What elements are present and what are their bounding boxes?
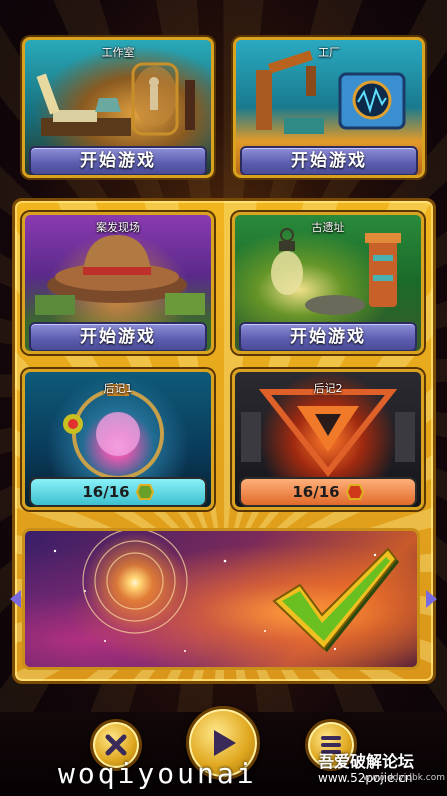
watermark-site2: www.ddyjdbk.com	[362, 773, 445, 783]
next-arrow-icon[interactable]	[426, 590, 437, 608]
level-title-workshop: 工作室	[101, 46, 135, 59]
prev-arrow-icon[interactable]	[10, 590, 21, 608]
start-button-factory[interactable]: 开始游戏	[240, 146, 418, 175]
level-title-crime-scene: 案发现场	[96, 221, 140, 234]
level-card-factory[interactable]: 工厂 开始游戏	[233, 37, 425, 178]
close-icon	[105, 734, 127, 756]
start-button-ancient-ruins[interactable]: 开始游戏	[239, 322, 417, 351]
epilogue-title-1: 后记1	[103, 382, 133, 395]
epilogue-card-1[interactable]: 后记1 16/16	[22, 369, 214, 510]
progress-text-2: 16/16	[292, 483, 340, 501]
level-title-factory: 工厂	[318, 46, 340, 59]
watermark-forum: 吾爱破解论坛	[318, 752, 415, 771]
level-card-workshop[interactable]: 工作室 开始游戏	[22, 37, 214, 178]
checkmark-icon[interactable]	[270, 545, 400, 655]
level-title-ancient-ruins: 古遗址	[311, 221, 345, 234]
level-card-ancient-ruins[interactable]: 古遗址 开始游戏	[232, 212, 424, 354]
start-button-workshop[interactable]: 开始游戏	[29, 146, 207, 175]
hexagon-gem-icon	[345, 484, 364, 500]
hexagon-gem-icon	[135, 484, 154, 500]
start-button-crime-scene[interactable]: 开始游戏	[29, 322, 207, 351]
epilogue-progress-2: 16/16	[239, 477, 417, 507]
level-card-crime-scene[interactable]: 案发现场 开始游戏	[22, 212, 214, 354]
epilogue-title-2: 后记2	[313, 382, 343, 395]
watermark-text: woqiyounai	[58, 757, 257, 790]
play-icon	[214, 730, 236, 756]
progress-text-1: 16/16	[82, 483, 130, 501]
epilogue-card-2[interactable]: 后记2 16/16	[232, 369, 424, 510]
chapter-banner[interactable]	[22, 528, 420, 670]
epilogue-progress-1: 16/16	[29, 477, 207, 507]
